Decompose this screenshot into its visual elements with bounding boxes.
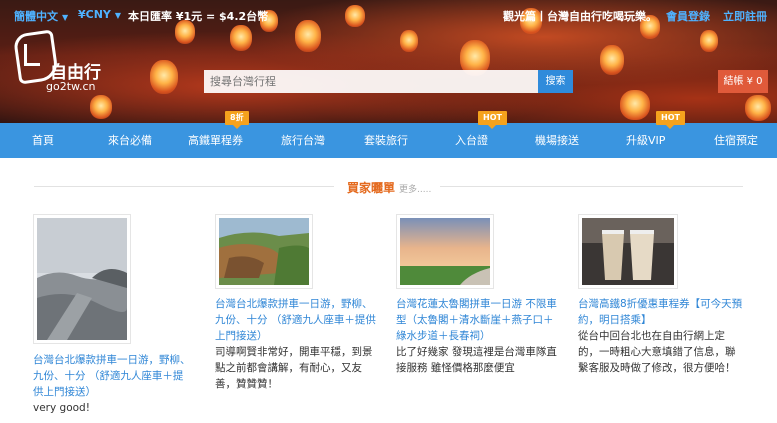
site-slogan: 觀光篇丨台灣自由行吃喝玩樂。 [503, 10, 657, 23]
top-bar: 簡體中文 ▼ ¥CNY ▼ 本日匯率 ¥1元 = $4.2台幣 觀光篇丨台灣自由行吃… [0, 8, 777, 24]
card-title[interactable]: 台灣花蓮太魯閣拼車一日游 不限車型（太魯閣＋清水斷崖＋燕子口＋綠水步道＋長春祠） [396, 296, 561, 344]
logo-url: go2tw.cn [46, 80, 96, 93]
discount-badge: 8折 [225, 111, 249, 129]
review-photo[interactable] [215, 214, 313, 289]
logo-mark-inner-icon [24, 44, 40, 66]
nav-item-label: 住宿預定 [714, 134, 758, 147]
caret-down-icon: ▼ [62, 12, 69, 22]
register-link[interactable]: 立即註冊 [723, 8, 767, 24]
section-title: 買家曬單 [347, 181, 396, 195]
bubble-tea-photo [582, 218, 674, 285]
main-nav: 首頁 來台必備 高鐵單程券 旅行台灣 套裝旅行 入台證 機場接送 升級VIP 住… [0, 123, 777, 158]
card-review: 從台中回台北也在自由行網上定的，一時粗心大意填錯了信息，聯繫客服及時做了修改，很… [578, 330, 736, 374]
coastal-rock-photo [37, 218, 127, 340]
currency-label: ¥CNY [78, 8, 111, 21]
search-input[interactable] [204, 70, 538, 93]
more-link[interactable]: 更多..... [399, 182, 431, 195]
nav-item-label: 來台必備 [108, 134, 152, 147]
sunset-field-photo [400, 218, 490, 285]
section-divider [34, 186, 334, 187]
nav-item-packages[interactable]: 套裝旅行 [364, 123, 408, 158]
nav-item-label: 旅行台灣 [281, 134, 325, 147]
card-review: 司導啊賢非常好，開車平穩，到景點之前都會講解，有耐心，又友善，贊贊贊！ [215, 346, 373, 390]
nav-item-travel-taiwan[interactable]: 旅行台灣 [281, 123, 325, 158]
exchange-rate: 本日匯率 ¥1元 = $4.2台幣 [128, 10, 269, 23]
currency-selector[interactable]: ¥CNY ▼ [78, 8, 121, 21]
member-login-link[interactable]: 會員登錄 [666, 8, 710, 24]
lantern-decoration [295, 20, 321, 52]
nav-item-essentials[interactable]: 來台必備 [108, 123, 152, 158]
nav-item-label: 套裝旅行 [364, 134, 408, 147]
search-button[interactable]: 搜索 [538, 70, 573, 93]
hot-badge: HOT [478, 111, 507, 129]
lantern-decoration [400, 30, 418, 52]
language-label: 簡體中文 [14, 10, 58, 23]
review-photo[interactable] [578, 214, 678, 289]
nav-item-accommodation[interactable]: 住宿預定 [714, 123, 758, 158]
nav-item-label: 升級VIP [626, 134, 666, 147]
nav-item-entry-permit[interactable]: 入台證 [455, 123, 488, 158]
nav-item-upgrade-vip[interactable]: 升級VIP [626, 123, 666, 158]
nav-item-label: 首頁 [32, 134, 54, 147]
review-photo[interactable] [396, 214, 494, 289]
section-divider [440, 186, 743, 187]
nav-item-airport-transfer[interactable]: 機場接送 [535, 123, 579, 158]
lantern-decoration [745, 95, 771, 121]
review-photo[interactable] [33, 214, 131, 344]
card-review: very good! [33, 402, 90, 414]
card-title[interactable]: 台灣台北爆款拼車一日游，野柳、九份、十分 （舒適九人座車＋提供上門接送） [33, 352, 193, 400]
lantern-decoration [700, 30, 718, 52]
header-banner: 簡體中文 ▼ ¥CNY ▼ 本日匯率 ¥1元 = $4.2台幣 觀光篇丨台灣自由行吃… [0, 0, 777, 123]
lantern-decoration [90, 95, 112, 119]
lantern-decoration [230, 25, 252, 51]
site-logo[interactable]: 自由行 go2tw.cn [12, 29, 104, 98]
nav-item-label: 機場接送 [535, 134, 579, 147]
lantern-decoration [150, 60, 178, 94]
language-selector[interactable]: 簡體中文 ▼ [14, 8, 68, 24]
card-title[interactable]: 台灣高鐵8折優惠車程券【可今天預約，明日搭乘】 [578, 296, 743, 328]
card-title[interactable]: 台灣台北爆款拼車一日游，野柳、九份、十分 （舒適九人座車＋提供上門接送） [215, 296, 380, 344]
lantern-decoration [620, 90, 650, 120]
checkout-button[interactable]: 結帳 ¥ 0 [718, 70, 768, 93]
nav-item-label: 高鐵單程券 [188, 134, 243, 147]
nav-item-home[interactable]: 首頁 [30, 123, 56, 158]
hot-badge: HOT [656, 111, 685, 129]
rock-formation-photo [219, 218, 309, 285]
caret-down-icon: ▼ [114, 10, 122, 20]
lantern-decoration [600, 45, 624, 75]
nav-item-label: 入台證 [455, 134, 488, 147]
card-review: 比了好幾家 發現這裡是台灣車隊直接服務 雖怪價格那麼便宜 [396, 346, 557, 374]
